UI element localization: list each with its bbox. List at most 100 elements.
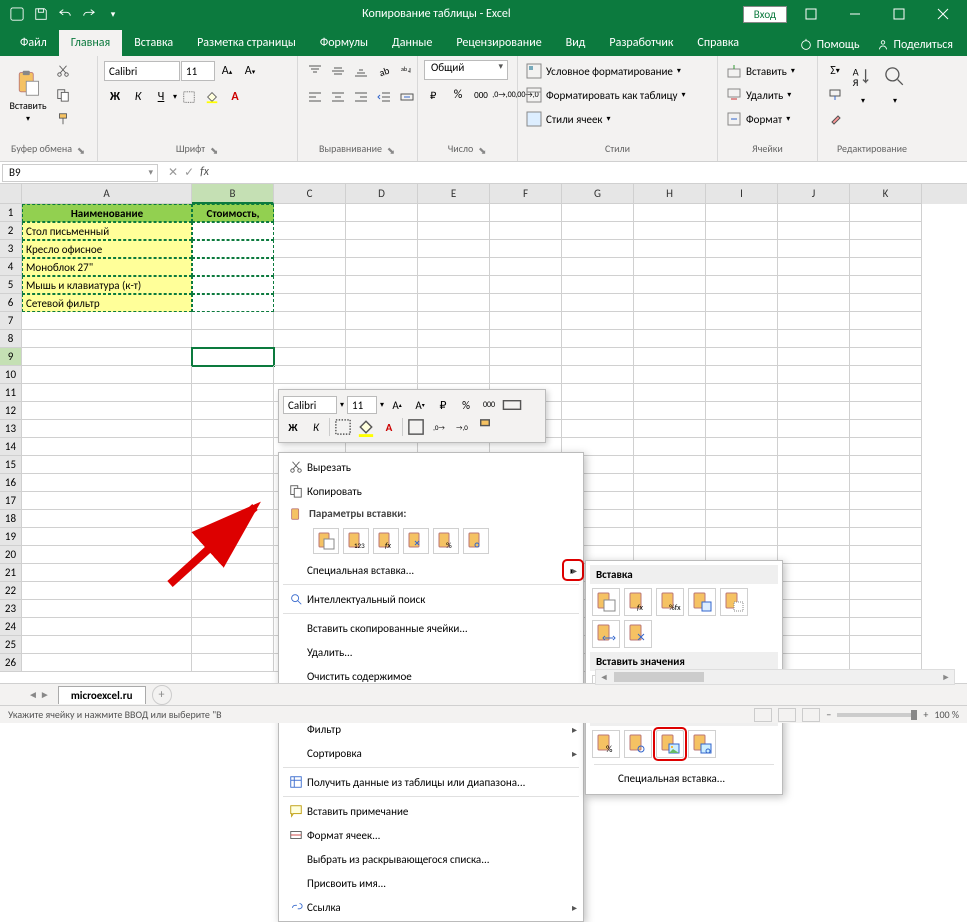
cell[interactable] bbox=[22, 474, 192, 492]
cell[interactable] bbox=[192, 564, 274, 582]
row-header[interactable]: 24 bbox=[0, 618, 22, 636]
cell[interactable] bbox=[706, 510, 778, 528]
cell[interactable] bbox=[850, 546, 922, 564]
cell[interactable] bbox=[850, 528, 922, 546]
row-header[interactable]: 7 bbox=[0, 312, 22, 330]
cell[interactable] bbox=[418, 222, 490, 240]
cell[interactable] bbox=[778, 492, 850, 510]
cell[interactable] bbox=[490, 294, 562, 312]
cell[interactable] bbox=[562, 294, 634, 312]
cell[interactable] bbox=[634, 384, 706, 402]
cancel-icon[interactable]: ✕ bbox=[168, 165, 178, 180]
cell[interactable] bbox=[562, 366, 634, 384]
row-header[interactable]: 26 bbox=[0, 654, 22, 672]
cell[interactable] bbox=[634, 276, 706, 294]
cell[interactable] bbox=[706, 258, 778, 276]
tab-review[interactable]: Рецензирование bbox=[444, 30, 553, 56]
row-header[interactable]: 21 bbox=[0, 564, 22, 582]
row-header[interactable]: 10 bbox=[0, 366, 22, 384]
cell[interactable] bbox=[274, 240, 346, 258]
page-layout-view-icon[interactable] bbox=[778, 708, 796, 722]
borders-icon[interactable] bbox=[333, 417, 353, 437]
cell[interactable] bbox=[22, 402, 192, 420]
cell[interactable] bbox=[22, 348, 192, 366]
undo-icon[interactable] bbox=[54, 3, 76, 25]
cell[interactable] bbox=[634, 492, 706, 510]
cell[interactable] bbox=[850, 348, 922, 366]
cell[interactable] bbox=[634, 528, 706, 546]
fill-color-icon[interactable] bbox=[201, 86, 223, 108]
cell[interactable] bbox=[850, 258, 922, 276]
cell[interactable] bbox=[346, 312, 418, 330]
paste-opt-all[interactable] bbox=[313, 528, 339, 554]
cell[interactable] bbox=[490, 312, 562, 330]
col-header-i[interactable]: I bbox=[706, 184, 778, 204]
row-header[interactable]: 9 bbox=[0, 348, 22, 366]
row-header[interactable]: 6 bbox=[0, 294, 22, 312]
cell[interactable] bbox=[346, 276, 418, 294]
cell[interactable] bbox=[22, 366, 192, 384]
cell[interactable] bbox=[562, 330, 634, 348]
currency-icon[interactable]: ₽ bbox=[424, 84, 446, 106]
cell[interactable] bbox=[634, 438, 706, 456]
col-header-b[interactable]: B bbox=[192, 184, 274, 204]
comma-icon[interactable]: 000 bbox=[479, 395, 499, 415]
row-header[interactable]: 2 bbox=[0, 222, 22, 240]
cell[interactable] bbox=[778, 528, 850, 546]
row-header[interactable]: 22 bbox=[0, 582, 22, 600]
row-header[interactable]: 25 bbox=[0, 636, 22, 654]
cell[interactable]: Кресло офисное bbox=[22, 240, 192, 258]
cell[interactable] bbox=[192, 438, 274, 456]
cell[interactable] bbox=[490, 348, 562, 366]
ctx-sort[interactable]: Сортировка bbox=[279, 741, 583, 765]
font-color-icon[interactable]: A bbox=[224, 86, 246, 108]
cell[interactable] bbox=[22, 654, 192, 672]
cell[interactable] bbox=[634, 258, 706, 276]
page-break-view-icon[interactable] bbox=[802, 708, 820, 722]
cell[interactable] bbox=[778, 438, 850, 456]
cell[interactable] bbox=[562, 222, 634, 240]
cell[interactable]: Сетевой фильтр bbox=[22, 294, 192, 312]
cell[interactable] bbox=[850, 636, 922, 654]
tab-developer[interactable]: Разработчик bbox=[597, 30, 685, 56]
row-header[interactable]: 4 bbox=[0, 258, 22, 276]
dialog-launcher-icon[interactable]: ⬊ bbox=[386, 144, 396, 154]
cell[interactable] bbox=[778, 258, 850, 276]
row-header[interactable]: 5 bbox=[0, 276, 22, 294]
conditional-formatting[interactable]: Условное форматирование▾ bbox=[524, 60, 688, 82]
cell[interactable] bbox=[562, 276, 634, 294]
cell[interactable] bbox=[778, 618, 850, 636]
cell[interactable] bbox=[706, 294, 778, 312]
cell[interactable] bbox=[192, 600, 274, 618]
cell-b9-selected[interactable] bbox=[192, 348, 274, 366]
dialog-launcher-icon[interactable]: ⬊ bbox=[477, 144, 487, 154]
cell[interactable] bbox=[706, 402, 778, 420]
cell[interactable] bbox=[706, 438, 778, 456]
cell[interactable] bbox=[192, 654, 274, 672]
paste-opt-values[interactable]: 123 bbox=[343, 528, 369, 554]
cell[interactable] bbox=[706, 492, 778, 510]
cell[interactable] bbox=[22, 618, 192, 636]
row-header[interactable]: 18 bbox=[0, 510, 22, 528]
ctx-format-cells[interactable]: Формат ячеек... bbox=[279, 823, 583, 847]
select-all-corner[interactable] bbox=[0, 184, 22, 204]
zoom-in-icon[interactable]: + bbox=[923, 708, 928, 721]
cell[interactable] bbox=[778, 330, 850, 348]
ctx-paste-special[interactable]: Специальная вставка...▸ bbox=[279, 558, 583, 582]
cell[interactable] bbox=[706, 456, 778, 474]
tab-help[interactable]: Справка bbox=[685, 30, 751, 56]
cell[interactable] bbox=[850, 600, 922, 618]
cell[interactable] bbox=[778, 222, 850, 240]
row-header[interactable]: 12 bbox=[0, 402, 22, 420]
paste-all[interactable] bbox=[592, 588, 620, 616]
cell[interactable] bbox=[634, 348, 706, 366]
cell[interactable] bbox=[192, 474, 274, 492]
cell[interactable] bbox=[274, 348, 346, 366]
cell-b1[interactable]: Стоимость, bbox=[192, 204, 274, 222]
row-header[interactable]: 20 bbox=[0, 546, 22, 564]
comma-icon[interactable]: 000 bbox=[470, 84, 492, 106]
col-header-h[interactable]: H bbox=[634, 184, 706, 204]
borders-icon[interactable] bbox=[406, 417, 426, 437]
cell[interactable] bbox=[192, 420, 274, 438]
cell[interactable] bbox=[22, 456, 192, 474]
